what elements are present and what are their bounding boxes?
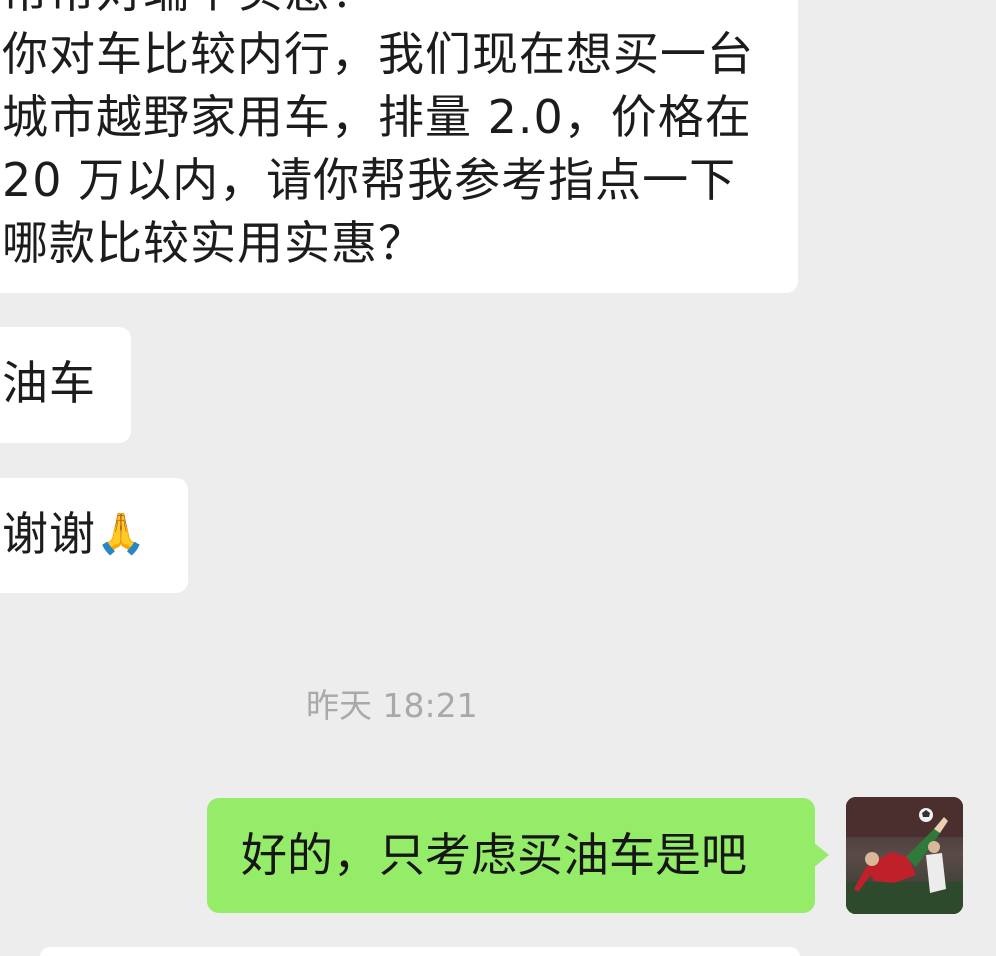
message-bubble-incoming[interactable]: 谢谢🙏 (0, 478, 188, 593)
message-timestamp: 昨天 18:21 (306, 686, 478, 725)
bubble-tail (813, 842, 829, 868)
message-line: 你对车比较内行，我们现在想买一台 (2, 27, 754, 81)
message-line: 帮帮对端个实惠？ (2, 0, 798, 23)
message-bubble-outgoing[interactable]: 好的，只考虑买油车是吧 (207, 798, 815, 913)
message-line: 20 万以内，请你帮我参考指点一下 (2, 153, 737, 207)
message-bubble-incoming-partial[interactable] (40, 947, 800, 956)
message-text: 油车 (2, 356, 96, 410)
message-line: 城市越野家用车，排量 2.0，价格在 (2, 90, 752, 144)
message-text: 谢谢 (2, 507, 96, 561)
message-line: 哪款比较实用实惠？ (2, 216, 425, 270)
chat-screen: 帮帮对端个实惠？ 你对车比较内行，我们现在想买一台 城市越野家用车，排量 2.0… (0, 0, 996, 956)
folded-hands-icon: 🙏 (96, 511, 147, 557)
message-bubble-incoming[interactable]: 油车 (0, 327, 131, 443)
avatar[interactable] (846, 797, 963, 914)
message-text: 好的，只考虑买油车是吧 (241, 828, 747, 882)
avatar-photo-icon (846, 797, 963, 914)
message-bubble-incoming[interactable]: 帮帮对端个实惠？ 你对车比较内行，我们现在想买一台 城市越野家用车，排量 2.0… (0, 0, 798, 293)
